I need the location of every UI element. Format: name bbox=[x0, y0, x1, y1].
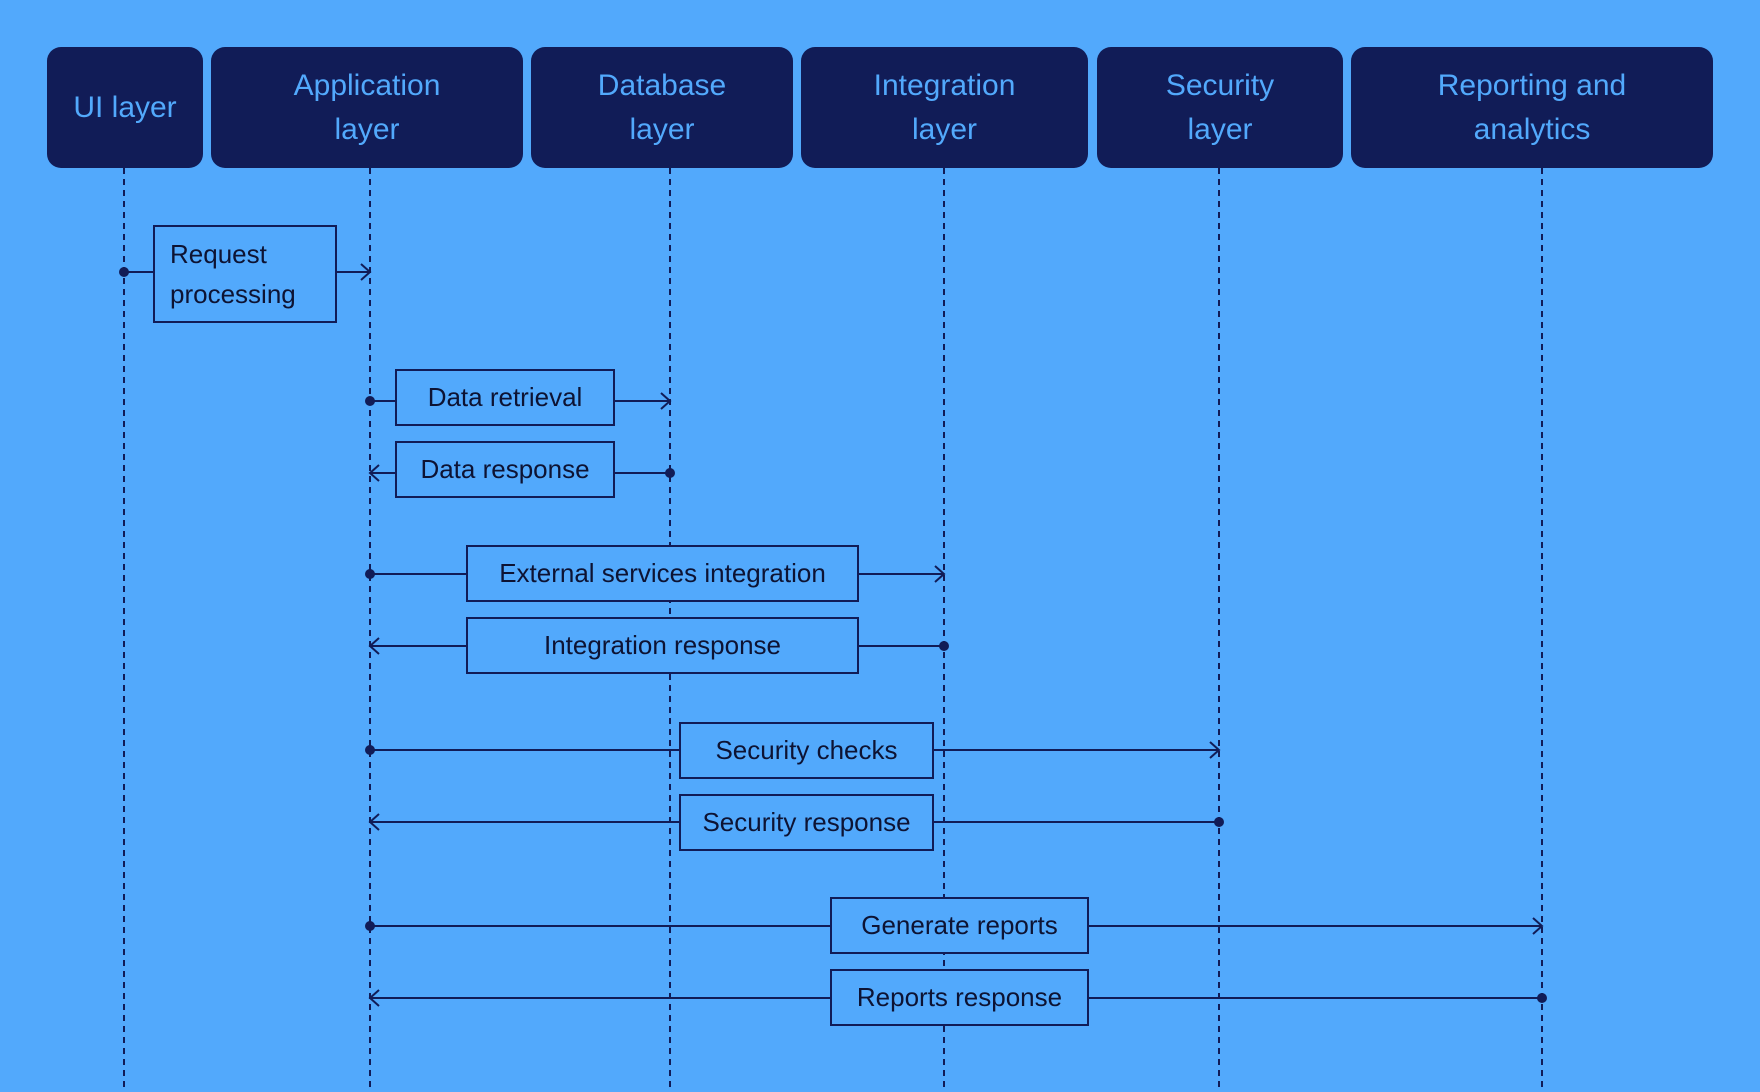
participant-reporting-analytics: Reporting and analytics bbox=[1351, 47, 1713, 168]
message-security-response: Security response bbox=[679, 794, 934, 851]
message-label: Request processing bbox=[170, 239, 296, 309]
participant-label: UI layer bbox=[73, 90, 177, 124]
participant-label: Security layer bbox=[1165, 68, 1275, 146]
message-security-checks: Security checks bbox=[679, 722, 934, 779]
message-integration-response: Integration response bbox=[466, 617, 859, 674]
participant-label: Reporting and analytics bbox=[1437, 68, 1627, 146]
message-label: Generate reports bbox=[861, 910, 1058, 940]
participant-ui-layer: UI layer bbox=[47, 47, 203, 168]
participant-label: Integration layer bbox=[873, 68, 1016, 146]
participant-application-layer: Application layer bbox=[211, 47, 523, 168]
message-start-dot bbox=[365, 745, 375, 755]
message-external-services-integration: External services integration bbox=[466, 545, 859, 602]
message-start-dot bbox=[1214, 817, 1224, 827]
message-label: Reports response bbox=[856, 982, 1063, 1012]
message-start-dot bbox=[1537, 993, 1547, 1003]
message-label: Data retrieval bbox=[427, 382, 583, 412]
message-start-dot bbox=[939, 641, 949, 651]
message-request-processing: Request processing bbox=[153, 225, 337, 323]
participant-integration-layer: Integration layer bbox=[801, 47, 1088, 168]
message-start-dot bbox=[119, 267, 129, 277]
message-label: Security checks bbox=[715, 735, 898, 765]
message-label: Data response bbox=[420, 454, 590, 484]
message-start-dot bbox=[365, 396, 375, 406]
participant-label: Database layer bbox=[597, 68, 727, 146]
message-start-dot bbox=[365, 921, 375, 931]
message-data-response: Data response bbox=[395, 441, 615, 498]
message-label: Integration response bbox=[543, 630, 782, 660]
participant-security-layer: Security layer bbox=[1097, 47, 1343, 168]
message-start-dot bbox=[665, 468, 675, 478]
message-generate-reports: Generate reports bbox=[830, 897, 1089, 954]
message-label: External services integration bbox=[499, 558, 826, 588]
participant-label: Application layer bbox=[293, 68, 441, 146]
message-label: Security response bbox=[702, 807, 911, 837]
message-reports-response: Reports response bbox=[830, 969, 1089, 1026]
participant-database-layer: Database layer bbox=[531, 47, 793, 168]
message-start-dot bbox=[365, 569, 375, 579]
message-data-retrieval: Data retrieval bbox=[395, 369, 615, 426]
